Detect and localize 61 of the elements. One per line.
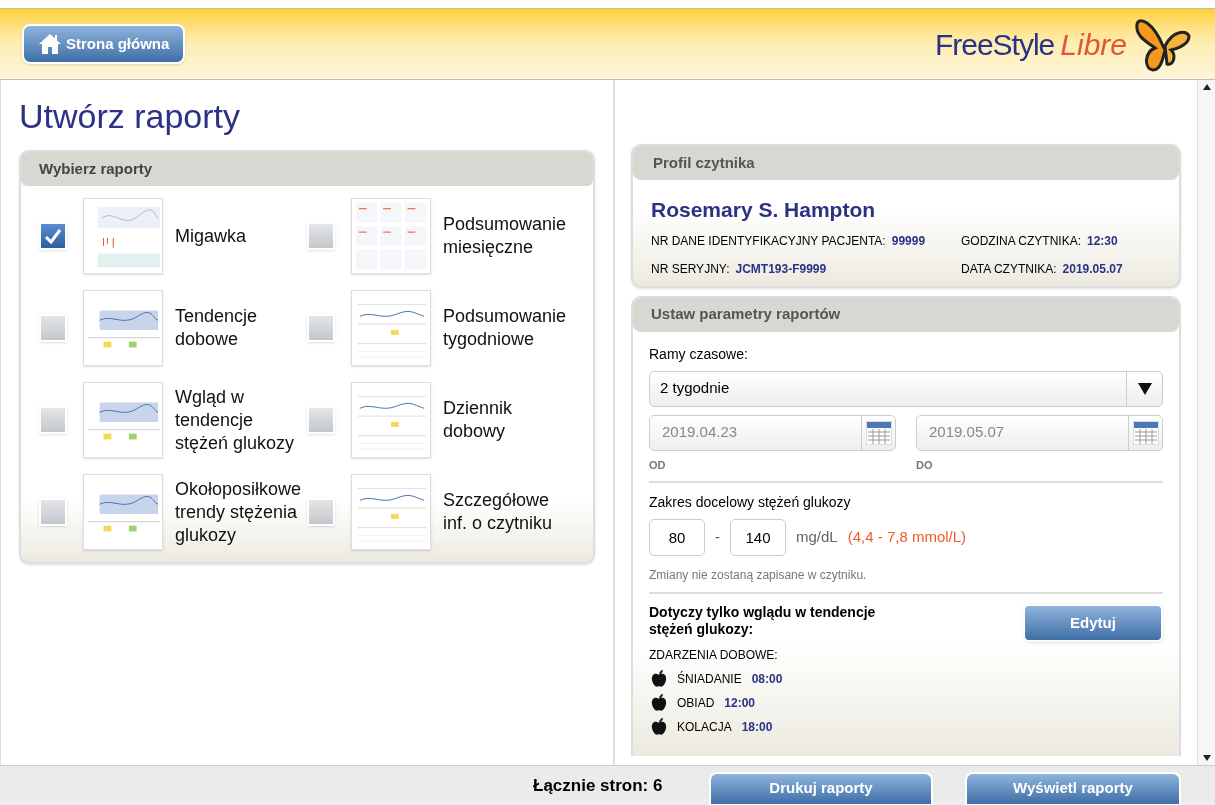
field-value: 2019.05.07 — [1062, 260, 1123, 278]
field-value: 12:30 — [1087, 232, 1118, 250]
report-label[interactable]: Okołoposiłkowe trendy stężenia glukozy — [175, 474, 307, 550]
timeframe-dropdown[interactable]: 2 tygodnie — [649, 370, 1163, 407]
report-label[interactable]: Dziennik dobowy — [443, 382, 575, 458]
apple-icon — [651, 670, 667, 688]
target-high-field[interactable]: 140 — [730, 519, 786, 556]
report-checkbox[interactable] — [307, 314, 335, 342]
event-name: KOLACJA — [677, 719, 732, 736]
report-checkbox[interactable] — [39, 222, 67, 250]
dropdown-caret-icon — [1137, 382, 1152, 395]
report-label[interactable]: Szczegółowe inf. o czytniku — [443, 474, 575, 550]
field-label: NR SERYJNY: — [651, 260, 730, 278]
date-label: OD — [649, 457, 667, 473]
scrollbar[interactable] — [1197, 80, 1215, 765]
total-pages: Łącznie stron: 6 — [533, 774, 664, 797]
range-separator: - — [715, 527, 720, 548]
patient-name: Rosemary S. Hampton — [650, 197, 877, 223]
event-time: 12:00 — [724, 695, 756, 712]
calendar-icon[interactable] — [1132, 420, 1159, 445]
scroll-up-icon — [1202, 84, 1211, 90]
report-checkbox[interactable] — [39, 498, 67, 526]
field-value: 99999 — [891, 232, 926, 250]
report-label[interactable]: Podsumowanie tygodniowe — [443, 290, 575, 366]
scroll-down-icon — [1202, 755, 1211, 761]
report-checkbox[interactable] — [39, 406, 67, 434]
section-heading: Dotyczy tylko wglądu w tendencje stężeń glukozy: — [649, 604, 877, 639]
panel-header: Profil czytnika — [633, 146, 1179, 180]
calendar-icon[interactable] — [865, 420, 892, 445]
report-checkbox[interactable] — [39, 314, 67, 342]
mmol-range: (4,4 - 7,8 mmol/L) — [847, 527, 967, 548]
freestyle-libre-logo: FreeStyle Libre — [934, 12, 1193, 76]
report-checkbox[interactable] — [307, 222, 335, 250]
field-label: NR DANE IDENTYFIKACYJNY PACJENTA: — [651, 232, 886, 250]
events-label: ZDARZENIA DOBOWE: — [649, 647, 779, 664]
event-time: 08:00 — [751, 671, 783, 688]
unit-label: mg/dL — [796, 527, 838, 548]
panel-header: Wybierz raporty — [21, 152, 593, 186]
report-label[interactable]: Tendencje dobowe — [175, 290, 307, 366]
field-label: GODZINA CZYTNIKA: — [961, 232, 1081, 250]
event-name: OBIAD — [677, 695, 715, 712]
page-title: Utwórz raporty — [19, 96, 242, 136]
home-icon — [38, 33, 62, 55]
report-checkbox[interactable] — [307, 498, 335, 526]
report-label[interactable]: Migawka — [175, 198, 307, 274]
panel-header: Ustaw parametry raportów — [633, 297, 1179, 332]
field-label: Zakres docelowy stężeń glukozy — [649, 493, 852, 512]
report-label[interactable]: Wgląd w tendencje stężeń glukozy — [175, 382, 307, 458]
report-label[interactable]: Podsumowanie miesięczne — [443, 198, 575, 274]
field-label: DATA CZYTNIKA: — [961, 260, 1057, 278]
target-low-field[interactable]: 80 — [649, 519, 705, 556]
note-text: Zmiany nie zostaną zapisane w czytniku. — [649, 567, 868, 584]
check-icon — [44, 228, 62, 244]
field-label: Ramy czasowe: — [649, 344, 749, 364]
event-time: 18:00 — [741, 719, 773, 736]
date-label: DO — [916, 457, 934, 473]
report-checkbox[interactable] — [307, 406, 335, 434]
field-value: JCMT193-F9999 — [735, 260, 827, 278]
event-name: ŚNIADANIE — [677, 670, 742, 688]
apple-icon — [651, 694, 667, 712]
apple-icon — [651, 718, 667, 736]
